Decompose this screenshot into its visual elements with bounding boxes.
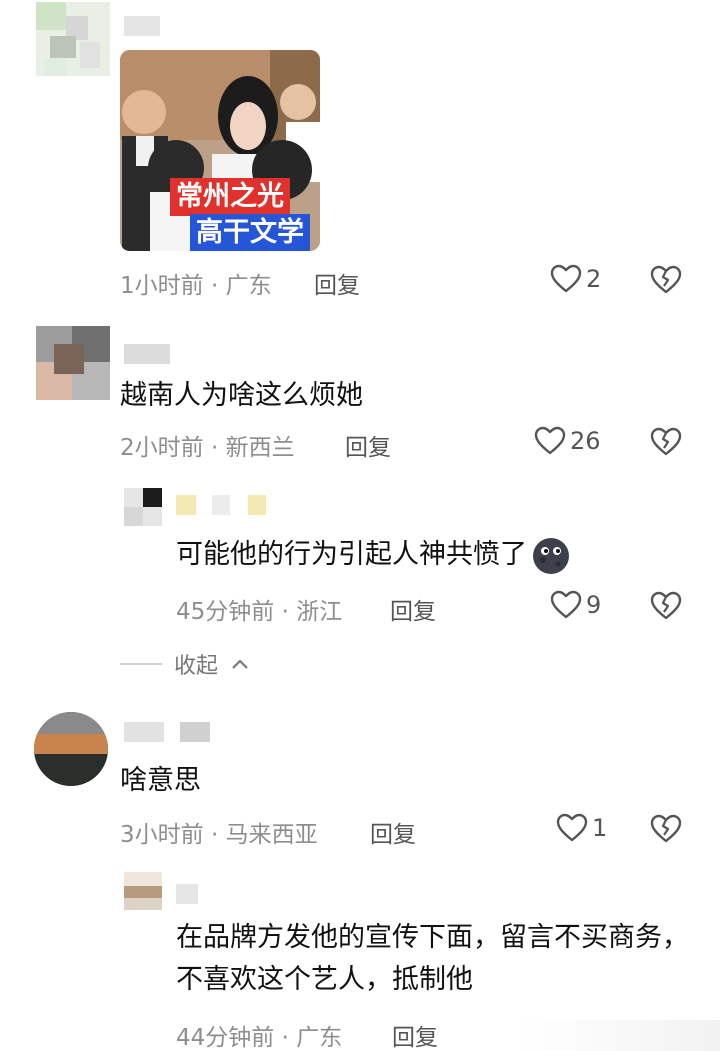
avatar[interactable] [36, 326, 110, 400]
comment-image[interactable]: 常州之光 高干文学 [120, 50, 320, 251]
like-count: 2 [586, 265, 602, 293]
heart-outline-icon [534, 426, 566, 455]
comment-meta: 45分钟前 · 浙江 [176, 599, 343, 625]
broken-heart-icon[interactable] [650, 813, 682, 845]
comment-text: 啥意思 [120, 765, 201, 796]
reply-button[interactable]: 回复 [392, 1018, 438, 1051]
broken-heart-icon[interactable] [650, 426, 682, 458]
reply-button[interactable]: 回复 [314, 266, 360, 300]
broken-heart-icon[interactable] [650, 590, 682, 622]
like-count: 9 [586, 591, 602, 619]
comment-meta: 1小时前 · 广东 [120, 273, 272, 299]
like-button[interactable]: 26 [534, 426, 601, 456]
collapse-label: 收起 [174, 654, 219, 679]
comment-meta: 2小时前 · 新西兰 [120, 435, 295, 461]
reply-button[interactable]: 回复 [390, 592, 436, 626]
comment-text: 越南人为啥这么烦她 [120, 380, 363, 411]
image-caption-line1: 常州之光 [170, 178, 290, 216]
like-count: 26 [570, 427, 601, 455]
more-overlay [520, 1020, 720, 1051]
image-caption-line2: 高干文学 [190, 214, 310, 251]
divider [120, 663, 162, 665]
comment-meta: 44分钟前 · 广东 [176, 1025, 343, 1051]
chevron-up-icon [232, 659, 248, 669]
heart-outline-icon [556, 813, 588, 842]
moon-face-emoji [533, 537, 569, 574]
comment-text: 在品牌方发他的宣传下面，留言不买商务，不喜欢这个艺人，抵制他 [176, 922, 689, 995]
avatar[interactable] [124, 488, 162, 526]
reply-button[interactable]: 回复 [370, 815, 416, 849]
like-count: 1 [592, 814, 608, 842]
heart-outline-icon [550, 590, 582, 619]
like-button[interactable]: 1 [556, 813, 607, 843]
avatar[interactable] [124, 872, 162, 910]
collapse-replies-button[interactable]: 收起 [120, 648, 250, 680]
like-button[interactable]: 2 [550, 264, 601, 294]
broken-heart-icon[interactable] [650, 264, 682, 296]
comment-text: 可能他的行为引起人神共愤了 [176, 534, 571, 576]
avatar[interactable] [34, 712, 108, 786]
like-button[interactable]: 9 [550, 590, 601, 620]
comment-thread: 常州之光 高干文学 1小时前 · 广东 回复 2 越南人为啥这么烦她 2小时前 [0, 0, 720, 1051]
comment-meta: 3小时前 · 马来西亚 [120, 822, 318, 848]
avatar[interactable] [36, 2, 110, 76]
heart-outline-icon [550, 264, 582, 293]
reply-button[interactable]: 回复 [345, 428, 391, 462]
